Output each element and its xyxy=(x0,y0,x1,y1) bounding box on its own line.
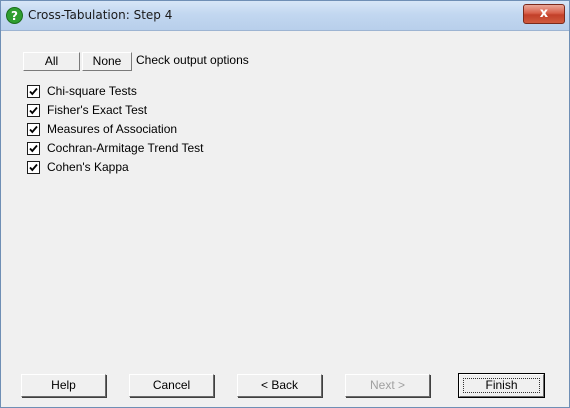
check-all-button[interactable]: All xyxy=(23,52,80,71)
check-none-button[interactable]: None xyxy=(82,52,132,71)
finish-button[interactable]: Finish xyxy=(458,373,545,398)
title-bar[interactable]: ? Cross-Tabulation: Step 4 x xyxy=(1,1,569,31)
option-label: Chi-square Tests xyxy=(47,84,137,98)
focus-rectangle xyxy=(463,378,540,393)
help-question-icon: ? xyxy=(6,7,23,24)
checkmark-icon xyxy=(29,106,38,115)
dialog-content: All None Check output options Chi-square… xyxy=(2,31,568,406)
option-label: Measures of Association xyxy=(47,122,178,136)
options-hint: Check output options xyxy=(136,53,249,67)
svg-text:?: ? xyxy=(11,9,18,23)
window-title: Cross-Tabulation: Step 4 xyxy=(28,8,173,22)
back-button[interactable]: < Back xyxy=(237,374,322,397)
option-checkbox[interactable] xyxy=(27,85,40,98)
option-label: Cohen's Kappa xyxy=(47,160,129,174)
cancel-button[interactable]: Cancel xyxy=(129,374,214,397)
next-button-label: Next > xyxy=(369,378,405,392)
close-button[interactable]: x xyxy=(523,4,565,24)
option-checkbox[interactable] xyxy=(27,104,40,117)
dialog-window: ? Cross-Tabulation: Step 4 x All None Ch… xyxy=(0,0,570,408)
next-button[interactable]: Next > xyxy=(345,374,430,397)
option-label: Cochran-Armitage Trend Test xyxy=(47,141,204,155)
help-button[interactable]: Help xyxy=(21,374,106,397)
close-icon: x xyxy=(539,6,549,21)
checkmark-icon xyxy=(29,144,38,153)
option-checkbox[interactable] xyxy=(27,123,40,136)
checkmark-icon xyxy=(29,163,38,172)
help-button-label: Help xyxy=(51,378,76,392)
option-label: Fisher's Exact Test xyxy=(47,103,148,117)
checkmark-icon xyxy=(29,87,38,96)
checkmark-icon xyxy=(29,125,38,134)
option-checkbox[interactable] xyxy=(27,161,40,174)
option-checkbox[interactable] xyxy=(27,142,40,155)
back-button-label: < Back xyxy=(260,378,299,392)
cancel-button-label: Cancel xyxy=(152,378,191,392)
